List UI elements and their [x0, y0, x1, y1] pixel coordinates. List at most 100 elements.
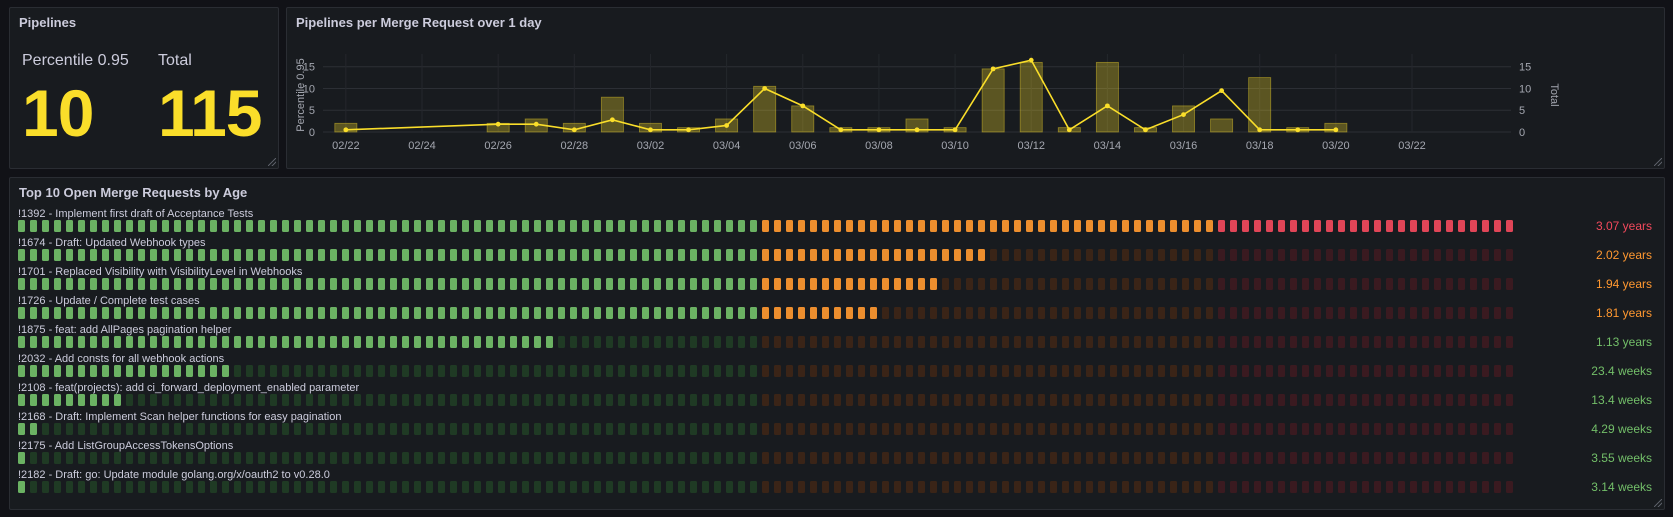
gauge-cell-empty — [714, 481, 722, 493]
gauge-cell-filled — [1434, 220, 1442, 232]
gauge-cell-empty — [1122, 307, 1130, 319]
age-unit: weeks — [1617, 364, 1652, 378]
gauge-cell-empty — [498, 394, 506, 406]
gauge-cell-empty — [30, 452, 38, 464]
gauge-cell-empty — [918, 307, 926, 319]
gauge-cell-empty — [666, 481, 674, 493]
gauge-cell-empty — [1302, 481, 1310, 493]
panel-title[interactable]: Top 10 Open Merge Requests by Age — [19, 185, 247, 200]
gauge-cell-filled — [1062, 220, 1070, 232]
gauge-cell-empty — [714, 452, 722, 464]
merge-request-row[interactable]: !1726 - Update / Complete test cases 1.81… — [18, 295, 1658, 324]
gauge-cell-filled — [102, 220, 110, 232]
point-percentile — [1333, 127, 1339, 133]
gauge-cell-filled — [486, 249, 494, 261]
gauge-cell-empty — [1242, 481, 1250, 493]
resize-handle[interactable] — [1654, 158, 1662, 166]
gauge-cell-empty — [354, 481, 362, 493]
gauge-cell-filled — [858, 220, 866, 232]
gauge-cell-filled — [618, 220, 626, 232]
gauge-cell-empty — [642, 394, 650, 406]
gauge-cell-empty — [1482, 336, 1490, 348]
merge-request-row[interactable]: !1701 - Replaced Visibility with Visibil… — [18, 266, 1658, 295]
resize-handle[interactable] — [268, 158, 276, 166]
gauge-cell-empty — [258, 452, 266, 464]
point-percentile — [762, 86, 768, 91]
gauge-cell-filled — [222, 307, 230, 319]
gauge-cell-filled — [882, 220, 890, 232]
gauge-cell-empty — [678, 452, 686, 464]
gauge-cell-filled — [750, 220, 758, 232]
merge-request-row[interactable]: !2032 - Add consts for all webhook actio… — [18, 353, 1658, 382]
gauge-cell-empty — [1026, 278, 1034, 290]
gauge-cell-empty — [1458, 336, 1466, 348]
merge-request-row[interactable]: !1392 - Implement first draft of Accepta… — [18, 208, 1658, 237]
gauge-cell-empty — [1254, 394, 1262, 406]
gauge-cell-filled — [234, 278, 242, 290]
gauge-cell-empty — [1314, 452, 1322, 464]
gauge-cell-filled — [102, 249, 110, 261]
gauge-cell-filled — [1170, 220, 1178, 232]
gauge-cell-filled — [234, 307, 242, 319]
merge-request-row[interactable]: !1875 - feat: add AllPages pagination he… — [18, 324, 1658, 353]
gauge-cell-empty — [1182, 423, 1190, 435]
gauge-cell-filled — [1146, 220, 1154, 232]
gauge-cell-empty — [1026, 481, 1034, 493]
panel-title[interactable]: Pipelines — [19, 15, 76, 30]
gauge-cell-empty — [1386, 336, 1394, 348]
gauge-cell-empty — [90, 452, 98, 464]
gauge-cell-empty — [798, 481, 806, 493]
gauge-cell-empty — [1266, 336, 1274, 348]
age-number: 13.4 — [1591, 393, 1615, 407]
gauge-cell-filled — [246, 220, 254, 232]
merge-request-row[interactable]: !2168 - Draft: Implement Scan helper fun… — [18, 411, 1658, 440]
gauge-cell-filled — [222, 365, 230, 377]
gauge-cell-empty — [1242, 394, 1250, 406]
gauge-cell-empty — [1206, 278, 1214, 290]
gauge-cell-empty — [1026, 365, 1034, 377]
gauge-cell-empty — [1374, 452, 1382, 464]
gauge-cell-empty — [1074, 249, 1082, 261]
merge-request-row[interactable]: !2108 - feat(projects): add ci_forward_d… — [18, 382, 1658, 411]
gauge-cell-filled — [258, 220, 266, 232]
gauge-cell-filled — [834, 307, 842, 319]
resize-handle[interactable] — [1654, 499, 1662, 507]
gauge-cell-empty — [954, 307, 962, 319]
gauge-cell-filled — [366, 307, 374, 319]
gauge-cell-filled — [174, 220, 182, 232]
gauge-cell-empty — [390, 365, 398, 377]
gauge-cell-empty — [1110, 394, 1118, 406]
merge-request-row[interactable]: !2182 - Draft: go: Update module golang.… — [18, 469, 1658, 498]
gauge-cell-empty — [1098, 423, 1106, 435]
gauge-cell-filled — [378, 220, 386, 232]
merge-request-row[interactable]: !2175 - Add ListGroupAccessTokensOptions… — [18, 440, 1658, 469]
gauge-cell-empty — [294, 365, 302, 377]
gauge-cell-filled — [378, 278, 386, 290]
gauge-cell-empty — [1302, 394, 1310, 406]
gauge-cell-empty — [1230, 249, 1238, 261]
gauge-cell-empty — [1074, 452, 1082, 464]
gauge-cell-empty — [870, 394, 878, 406]
gauge-cell-filled — [438, 278, 446, 290]
gauge-cell-filled — [1254, 220, 1262, 232]
gauge-cell-filled — [894, 249, 902, 261]
gauge-cell-empty — [1422, 365, 1430, 377]
gauge-cell-empty — [822, 481, 830, 493]
gauge-cell-empty — [1458, 249, 1466, 261]
gauge-cell-filled — [1482, 220, 1490, 232]
gauge-cell-empty — [906, 481, 914, 493]
gauge-cell-empty — [954, 394, 962, 406]
gauge-cell-empty — [738, 394, 746, 406]
merge-request-label: !1726 - Update / Complete test cases — [18, 295, 200, 307]
gauge-cell-empty — [738, 365, 746, 377]
gauge-cell-empty — [402, 452, 410, 464]
age-gauge — [18, 278, 1518, 291]
gauge-cell-empty — [522, 423, 530, 435]
merge-request-row[interactable]: !1674 - Draft: Updated Webhook types 2.02… — [18, 237, 1658, 266]
gauge-cell-empty — [1062, 278, 1070, 290]
gauge-cell-filled — [342, 278, 350, 290]
gauge-cell-empty — [1206, 423, 1214, 435]
gauge-cell-empty — [1158, 481, 1166, 493]
gauge-cell-filled — [558, 307, 566, 319]
gauge-cell-filled — [414, 249, 422, 261]
